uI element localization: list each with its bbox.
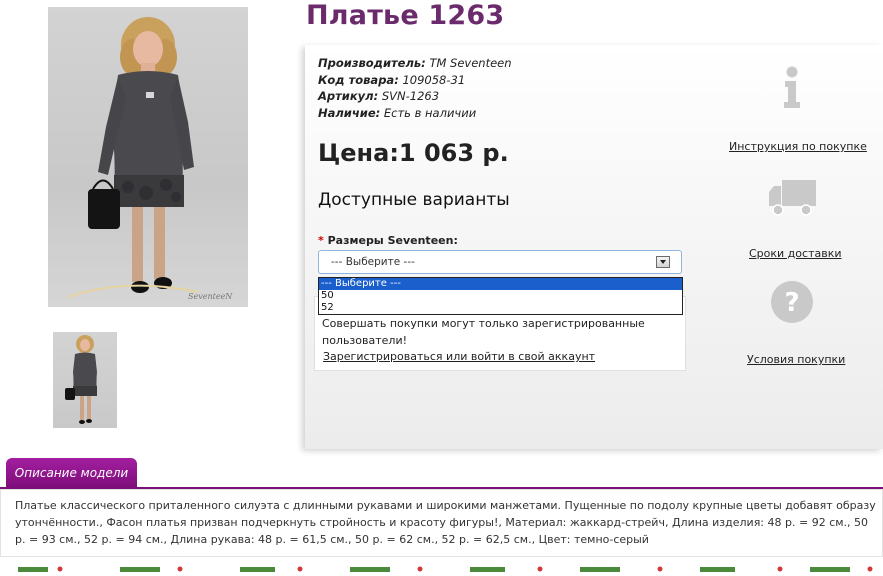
product-main-image[interactable]: SeventeeN [48, 7, 248, 307]
dropdown-option[interactable]: 52 [319, 302, 682, 314]
variants-heading: Доступные варианты [318, 190, 510, 210]
size-select[interactable]: --- Выберите --- [318, 250, 682, 274]
manufacturer-label: Производитель: [318, 56, 426, 70]
manufacturer-row: Производитель: TM Seventeen [318, 55, 512, 72]
tab-model-description[interactable]: Описание модели [6, 458, 137, 488]
registration-notice: Совершать покупки могут только зарегистр… [322, 317, 645, 347]
info-icon[interactable] [781, 66, 803, 110]
product-price: Цена:1 063 р. [318, 139, 509, 167]
code-row: Код товара: 109058-31 [318, 72, 512, 89]
product-thumbnail[interactable] [53, 332, 117, 428]
availability-value: Есть в наличии [383, 105, 477, 120]
sidebar-link-delivery-terms[interactable]: Сроки доставки [749, 247, 842, 260]
required-mark: * [318, 234, 324, 247]
dropdown-option[interactable]: --- Выберите --- [319, 278, 682, 290]
size-dropdown-list[interactable]: --- Выберите --- 50 52 [318, 277, 683, 315]
size-label-text: Размеры Seventeen: [327, 234, 458, 247]
dropdown-option[interactable]: 50 [319, 290, 682, 302]
svg-text:SeventeeN: SeventeeN [188, 292, 233, 301]
sku-label: Артикул: [318, 89, 379, 103]
size-select-value: --- Выберите --- [331, 256, 415, 268]
sidebar-link-purchase-instructions[interactable]: Инструкция по покупке [729, 140, 867, 153]
description-text: Платье классического приталенного силуэт… [15, 499, 876, 546]
chevron-down-icon[interactable] [656, 256, 670, 268]
availability-label: Наличие: [318, 105, 381, 120]
size-label: * Размеры Seventeen: [318, 234, 458, 247]
sku-row: Артикул: SVN-1263 [318, 88, 512, 105]
manufacturer-value: TM Seventeen [429, 56, 512, 70]
question-icon[interactable]: ? [770, 280, 814, 324]
register-login-link[interactable]: Зарегистрироваться или войти в свой акка… [323, 350, 595, 363]
sku-value: SVN-1263 [381, 89, 440, 103]
product-details: Производитель: TM Seventeen Код товара: … [318, 55, 512, 121]
truck-icon[interactable] [768, 178, 818, 218]
sidebar-link-purchase-conditions[interactable]: Условия покупки [747, 353, 845, 366]
code-label: Код товара: [318, 72, 399, 87]
availability-row: Наличие: Есть в наличии [318, 105, 512, 122]
code-value: 109058-31 [402, 72, 466, 87]
product-title: Платье 1263 [306, 0, 505, 31]
footer-garland [0, 557, 883, 572]
svg-text:?: ? [784, 288, 799, 318]
